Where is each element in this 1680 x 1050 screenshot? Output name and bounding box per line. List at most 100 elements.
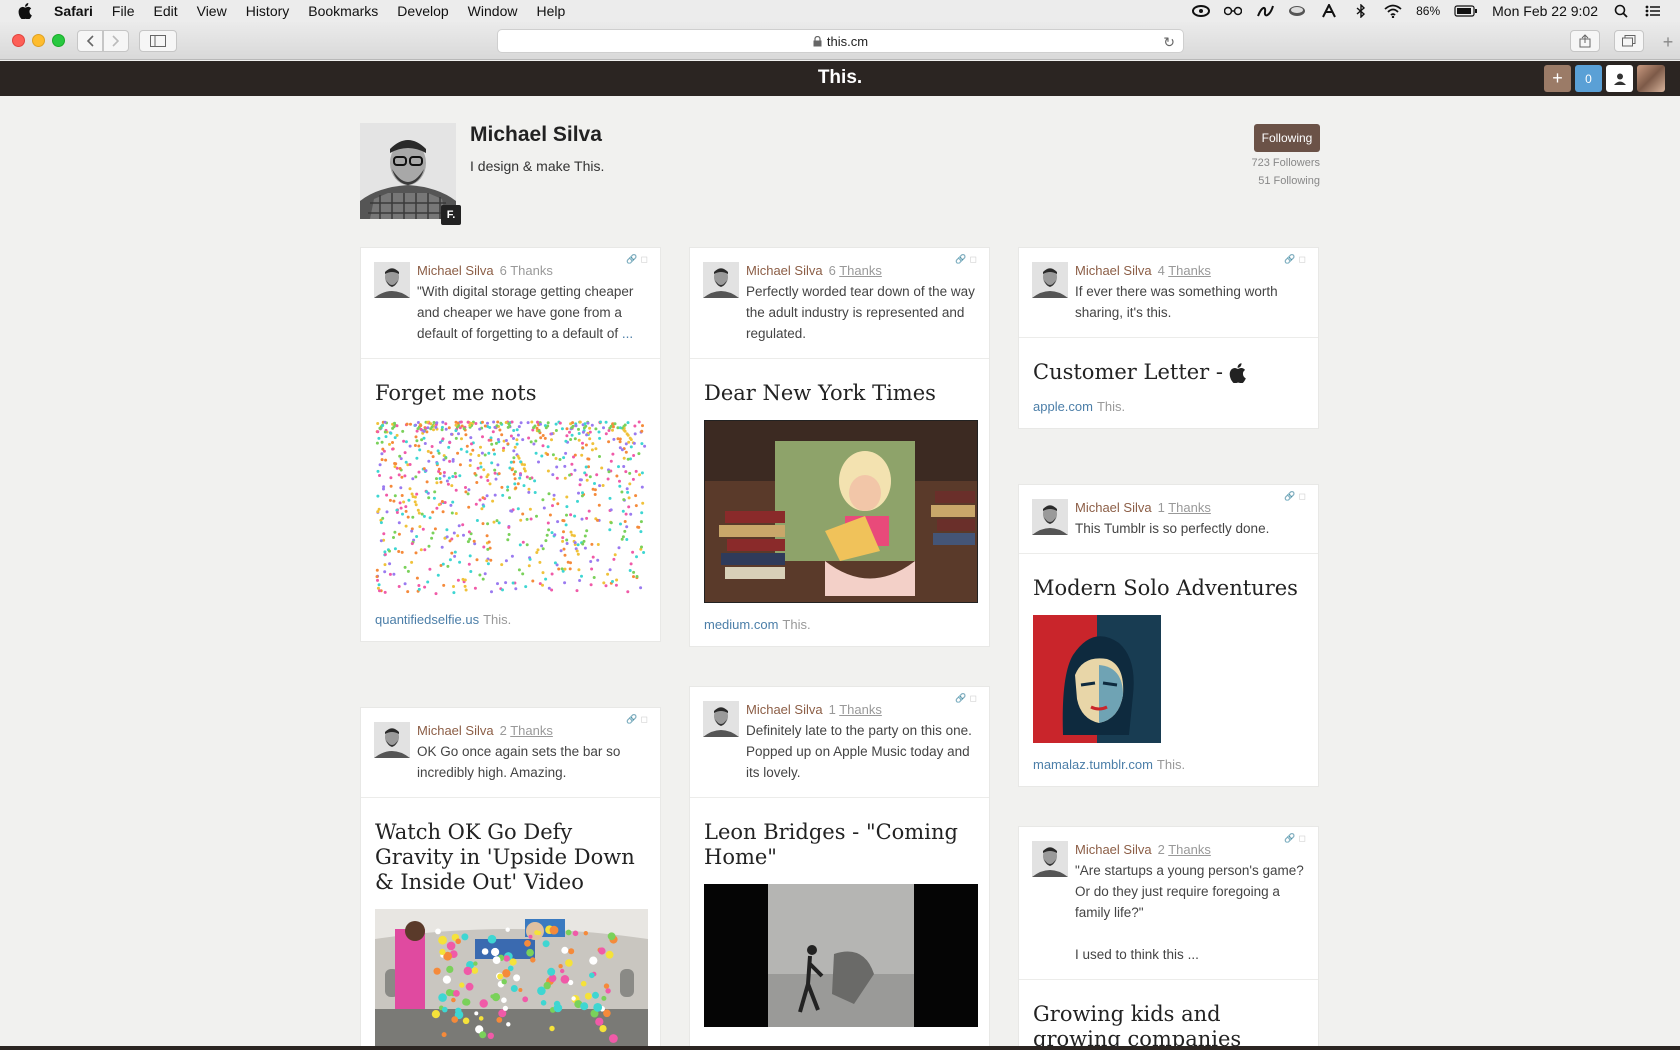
new-tab-button[interactable]: + <box>1656 32 1680 60</box>
apple-menu-icon[interactable] <box>18 3 38 19</box>
site-logo[interactable]: This. <box>0 67 1680 89</box>
this-label[interactable]: This. <box>1157 757 1185 772</box>
profile-badge[interactable]: F. <box>441 205 461 225</box>
tabs-overview-button[interactable] <box>1614 30 1644 52</box>
post-actions-icon[interactable]: 🔗◻ <box>1284 254 1309 265</box>
post-title[interactable]: Watch OK Go Defy Gravity in 'Upside Down… <box>375 820 646 895</box>
post-title[interactable]: Customer Letter - <box>1033 360 1304 385</box>
author-avatar[interactable] <box>374 262 410 298</box>
read-more-link[interactable]: ... <box>1188 947 1199 962</box>
apple-logo-icon <box>1229 362 1246 383</box>
glasses-icon[interactable] <box>1224 4 1243 18</box>
source-domain-link[interactable]: quantifiedselfie.us <box>375 612 479 627</box>
thanks-link[interactable]: Thanks <box>839 263 882 278</box>
author-avatar[interactable] <box>1032 499 1068 535</box>
author-avatar[interactable] <box>703 701 739 737</box>
followers-count[interactable]: 723 Followers <box>1252 157 1320 169</box>
author-name[interactable]: Michael Silva <box>417 263 494 278</box>
battery-icon[interactable] <box>1454 4 1478 18</box>
drive-icon[interactable] <box>1288 4 1306 18</box>
people-button[interactable] <box>1606 65 1633 92</box>
author-name[interactable]: Michael Silva <box>1075 500 1152 515</box>
menu-bookmarks[interactable]: Bookmarks <box>308 3 378 19</box>
author-name[interactable]: Michael Silva <box>746 702 823 717</box>
post-card: 🔗◻ Michael Silva 6 Thanks "With digital s… <box>360 247 661 642</box>
menu-develop[interactable]: Develop <box>397 3 448 19</box>
hope-style-portrait-image[interactable] <box>1033 615 1161 743</box>
spotlight-search-icon[interactable] <box>1612 4 1630 18</box>
post-actions-icon[interactable]: 🔗◻ <box>1284 491 1309 502</box>
thanks-link[interactable]: Thanks <box>1168 500 1211 515</box>
lock-icon <box>813 35 822 47</box>
menu-app-name[interactable]: Safari <box>54 3 93 19</box>
post-actions-icon[interactable]: 🔗◻ <box>626 714 651 725</box>
post-title[interactable]: Dear New York Times <box>704 381 975 406</box>
source-domain-link[interactable]: apple.com <box>1033 399 1093 414</box>
leon-bridges-video-thumbnail[interactable] <box>704 884 978 1027</box>
okgo-video-thumbnail[interactable] <box>375 909 648 1049</box>
thanks-count: 6 <box>828 263 836 278</box>
this-label[interactable]: This. <box>782 617 810 632</box>
minimize-window-button[interactable] <box>32 34 45 47</box>
author-name[interactable]: Michael Silva <box>1075 263 1152 278</box>
following-count[interactable]: 51 Following <box>1258 175 1320 187</box>
source-domain-link[interactable]: medium.com <box>704 617 778 632</box>
author-avatar[interactable] <box>703 262 739 298</box>
thanks-label: Thanks <box>510 263 553 278</box>
post-actions-icon[interactable]: 🔗◻ <box>955 693 980 704</box>
comment-text: Definitely late to the party on this one… <box>746 723 972 780</box>
thanks-link[interactable]: Thanks <box>1168 263 1211 278</box>
read-more-link[interactable]: ... <box>622 326 633 341</box>
zoom-window-button[interactable] <box>52 34 65 47</box>
post-title[interactable]: Leon Bridges - "Coming Home" <box>704 820 975 870</box>
close-window-button[interactable] <box>12 34 25 47</box>
post-title[interactable]: Forget me nots <box>375 381 646 406</box>
author-avatar[interactable] <box>1032 262 1068 298</box>
thanks-link[interactable]: Thanks <box>1168 842 1211 857</box>
menu-history[interactable]: History <box>246 3 290 19</box>
menubar-clock[interactable]: Mon Feb 22 9:02 <box>1492 3 1598 19</box>
add-post-button[interactable]: + <box>1544 65 1571 92</box>
address-bar[interactable]: this.cm ↻ <box>497 29 1184 53</box>
thanks-count: 1 <box>828 702 836 717</box>
creative-cloud-icon[interactable] <box>1192 4 1211 18</box>
sidebar-icon <box>150 35 166 47</box>
reading-woman-photo[interactable] <box>704 420 978 603</box>
menu-file[interactable]: File <box>112 3 135 19</box>
this-label[interactable]: This. <box>1097 399 1125 414</box>
confetti-dots-image[interactable] <box>375 420 647 598</box>
menubar-status-area: 86% Mon Feb 22 9:02 <box>1192 0 1662 22</box>
author-avatar[interactable] <box>1032 841 1068 877</box>
following-button[interactable]: Following <box>1254 124 1320 152</box>
author-avatar[interactable] <box>374 722 410 758</box>
this-label[interactable]: This. <box>483 612 511 627</box>
menu-help[interactable]: Help <box>536 3 565 19</box>
post-actions-icon[interactable]: 🔗◻ <box>955 254 980 265</box>
menu-view[interactable]: View <box>197 3 227 19</box>
share-button[interactable] <box>1570 30 1600 52</box>
notifications-count-button[interactable]: 0 <box>1575 65 1602 92</box>
author-name[interactable]: Michael Silva <box>417 723 494 738</box>
forward-button[interactable] <box>103 30 129 52</box>
post-actions-icon[interactable]: 🔗◻ <box>626 254 651 265</box>
author-name[interactable]: Michael Silva <box>1075 842 1152 857</box>
menu-window[interactable]: Window <box>468 3 518 19</box>
menu-edit[interactable]: Edit <box>153 3 177 19</box>
reload-icon[interactable]: ↻ <box>1163 34 1175 51</box>
window-bottom-edge <box>0 1046 1680 1050</box>
post-title[interactable]: Modern Solo Adventures <box>1033 576 1304 601</box>
source-domain-link[interactable]: mamalaz.tumblr.com <box>1033 757 1153 772</box>
sidebar-toggle-button[interactable] <box>139 30 177 52</box>
post-actions-icon[interactable]: 🔗◻ <box>1284 833 1309 844</box>
notification-center-icon[interactable] <box>1644 4 1662 18</box>
app-icon[interactable] <box>1320 4 1338 18</box>
author-name[interactable]: Michael Silva <box>746 263 823 278</box>
wifi-icon[interactable] <box>1384 4 1402 18</box>
user-avatar[interactable] <box>1637 65 1665 92</box>
bluetooth-icon[interactable] <box>1352 4 1370 18</box>
thanks-link[interactable]: Thanks <box>839 702 882 717</box>
script-icon[interactable] <box>1256 4 1275 18</box>
thanks-link[interactable]: Thanks <box>510 723 553 738</box>
post-title[interactable]: Growing kids and growing companies <box>1033 1002 1304 1049</box>
back-button[interactable] <box>77 30 103 52</box>
